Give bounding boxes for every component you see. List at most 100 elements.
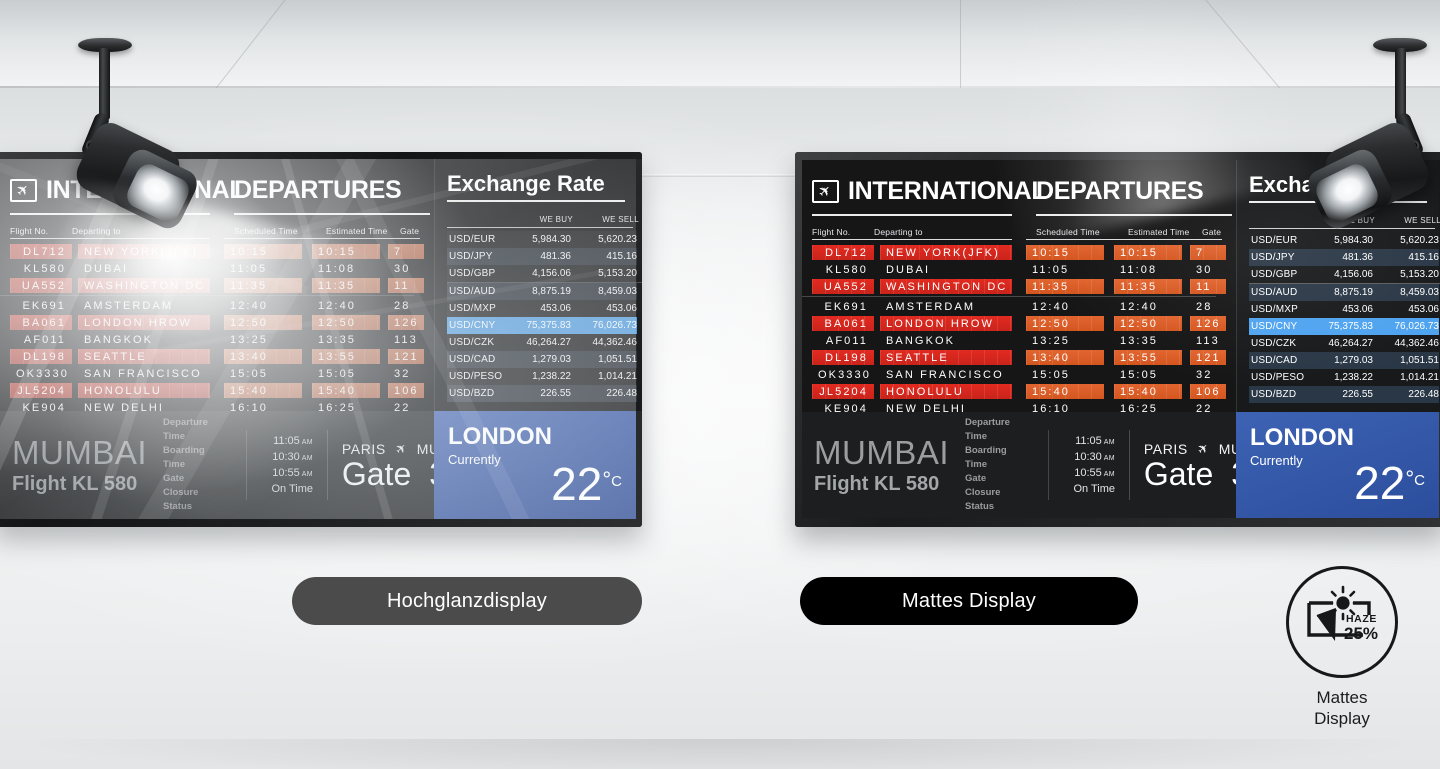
info-flight: Flight KL 580 [814,473,940,495]
estimated-time: 13:55 [1120,351,1159,364]
gate-number-cell: 30 [1190,262,1226,277]
flight-destination: WASHINGTON DC [886,280,1008,293]
scheduled-time-cell: 11:35 [1026,279,1104,294]
info-value: On Time [271,483,314,495]
departures-header: DEPARTURES [234,168,434,212]
route-origin: PARIS [341,440,386,457]
buy-rate: 1,238.22 [1334,372,1373,383]
weather-temperature: 22 [551,458,603,510]
exchange-row: USD/CAD 1,279.03 1,051.51 [1249,352,1439,369]
glossy-label-pill[interactable]: Hochglanzdisplay [292,577,642,625]
exchange-row: USD/EUR 5,984.30 5,620.23 [447,231,637,248]
gate-number-cell: 126 [388,315,424,330]
info-meridiem: AM [1101,455,1116,462]
scheduled-time-cell: 12:40 [224,298,302,313]
scheduled-time-cell: 13:25 [224,332,302,347]
flight-destination-cell: BANGKOK [78,332,210,347]
header-rule [1036,214,1232,216]
info-meridiem: AM [299,471,314,478]
flight-destination-cell: WASHINGTON DC [78,278,210,293]
gate-number: 121 [1196,351,1221,364]
exchange-row: USD/GBP 4,156.06 5,153.20 [447,265,637,282]
gate-number-cell: 7 [1190,245,1226,260]
estimated-time: 11:08 [1120,263,1158,276]
gate-number-cell: 32 [388,366,424,381]
matte-label-pill[interactable]: Mattes Display [800,577,1138,625]
flight-number: UA552 [823,280,868,293]
flight-number-cell: BA061 [812,316,874,331]
gate-number-cell: 28 [1190,299,1226,314]
flight-destination-cell: NEW DELHI [78,400,210,415]
gate-number-cell: 22 [388,400,424,415]
scheduled-time-cell: 11:05 [1026,262,1104,277]
currency-pair: USD/JPY [1251,252,1295,263]
weather-unit: C [611,473,622,490]
info-value: 11:05 AM [273,435,314,447]
flight-number-cell: KE904 [812,401,874,416]
currency-pair: USD/CZK [449,337,495,348]
scheduled-time: 10:15 [1032,246,1071,259]
exchange-row: USD/CZK 46,264.27 44,362.46 [1249,335,1439,352]
exchange-row: USD/MXP 453.06 453.06 [447,300,637,317]
estimated-time-cell: 12:50 [1114,316,1182,331]
estimated-time-cell: 15:05 [312,366,380,381]
matte-flight-board: ✈ INTERNATIONAL DEPARTURES Flight No. De… [802,160,1236,415]
estimated-time: 15:05 [1120,368,1159,381]
gate-number: 28 [1196,300,1213,313]
haze-value: 25% [1344,624,1379,643]
estimated-time-cell: 10:15 [312,244,380,259]
gate-number-cell: 106 [388,383,424,398]
flight-destination: NEW YORK(JFK) [886,246,1000,259]
info-meridiem: AM [299,455,314,462]
flight-destination: SAN FRANCISCO [84,367,202,380]
gate-number-cell: 113 [388,332,424,347]
flight-number-cell: AF011 [812,333,874,348]
gate-number-cell: 30 [388,261,424,276]
weather-temperature: 22 [1354,457,1406,509]
estimated-time: 12:40 [1120,300,1159,313]
flight-destination-cell: AMSTERDAM [880,299,1012,314]
gate-number: 113 [394,333,418,346]
estimated-time-cell: 16:25 [1114,401,1182,416]
sell-rate: 1,014.21 [1400,372,1439,383]
gate-number: 113 [1196,334,1220,347]
info-city: MUMBAI [12,434,147,471]
exchange-row: USD/CNY 75,375.83 76,026.73 [447,317,637,334]
sell-rate: 226.48 [1408,389,1439,400]
exchange-row: USD/CAD 1,279.03 1,051.51 [447,351,637,368]
flight-row: KE904 NEW DELHI 16:10 16:25 22 [812,400,1236,417]
col-estimated-time: Estimated Time [1128,227,1190,237]
badge-caption-line2: Display [1314,709,1370,728]
info-flight: Flight KL 580 [12,473,138,495]
scheduled-time: 13:40 [230,350,269,363]
flight-number: KE904 [824,402,868,415]
flight-destination-cell: WASHINGTON DC [880,279,1012,294]
gate-number: 7 [1196,246,1205,259]
estimated-time: 15:40 [318,384,357,397]
estimated-time-cell: 11:08 [1114,262,1182,277]
header-rule [234,213,430,215]
estimated-time-cell: 15:05 [1114,367,1182,382]
gate-number: 106 [1196,385,1221,398]
buy-rate: 226.55 [1342,389,1373,400]
flight-destination-cell: SAN FRANCISCO [78,366,210,381]
exchange-row: USD/BZD 226.55 226.48 [1249,386,1439,403]
flight-row: OK3330 SAN FRANCISCO 15:05 15:05 32 [812,366,1236,383]
buy-rate: 4,156.06 [532,268,571,279]
scheduled-time: 12:40 [230,299,269,312]
buy-rate: 46,264.27 [526,337,572,348]
flight-destination-cell: SAN FRANCISCO [880,367,1012,382]
currency-pair: USD/GBP [449,268,496,279]
flight-row: KE904 NEW DELHI 16:10 16:25 22 [10,399,434,416]
gate-number-cell: 121 [1190,350,1226,365]
estimated-time: 13:35 [318,333,357,346]
currency-pair: USD/BZD [1251,389,1297,400]
flight-destination: LONDON HROW [84,316,193,329]
flight-row: EK691 AMSTERDAM 12:40 12:40 28 [812,298,1236,315]
estimated-time: 12:40 [318,299,357,312]
gate-number: 126 [394,316,419,329]
flight-row: EK691 AMSTERDAM 12:40 12:40 28 [10,297,434,314]
flight-destination-cell: DUBAI [78,261,210,276]
gate-label: Gate [341,455,412,492]
currency-pair: USD/JPY [449,251,493,262]
